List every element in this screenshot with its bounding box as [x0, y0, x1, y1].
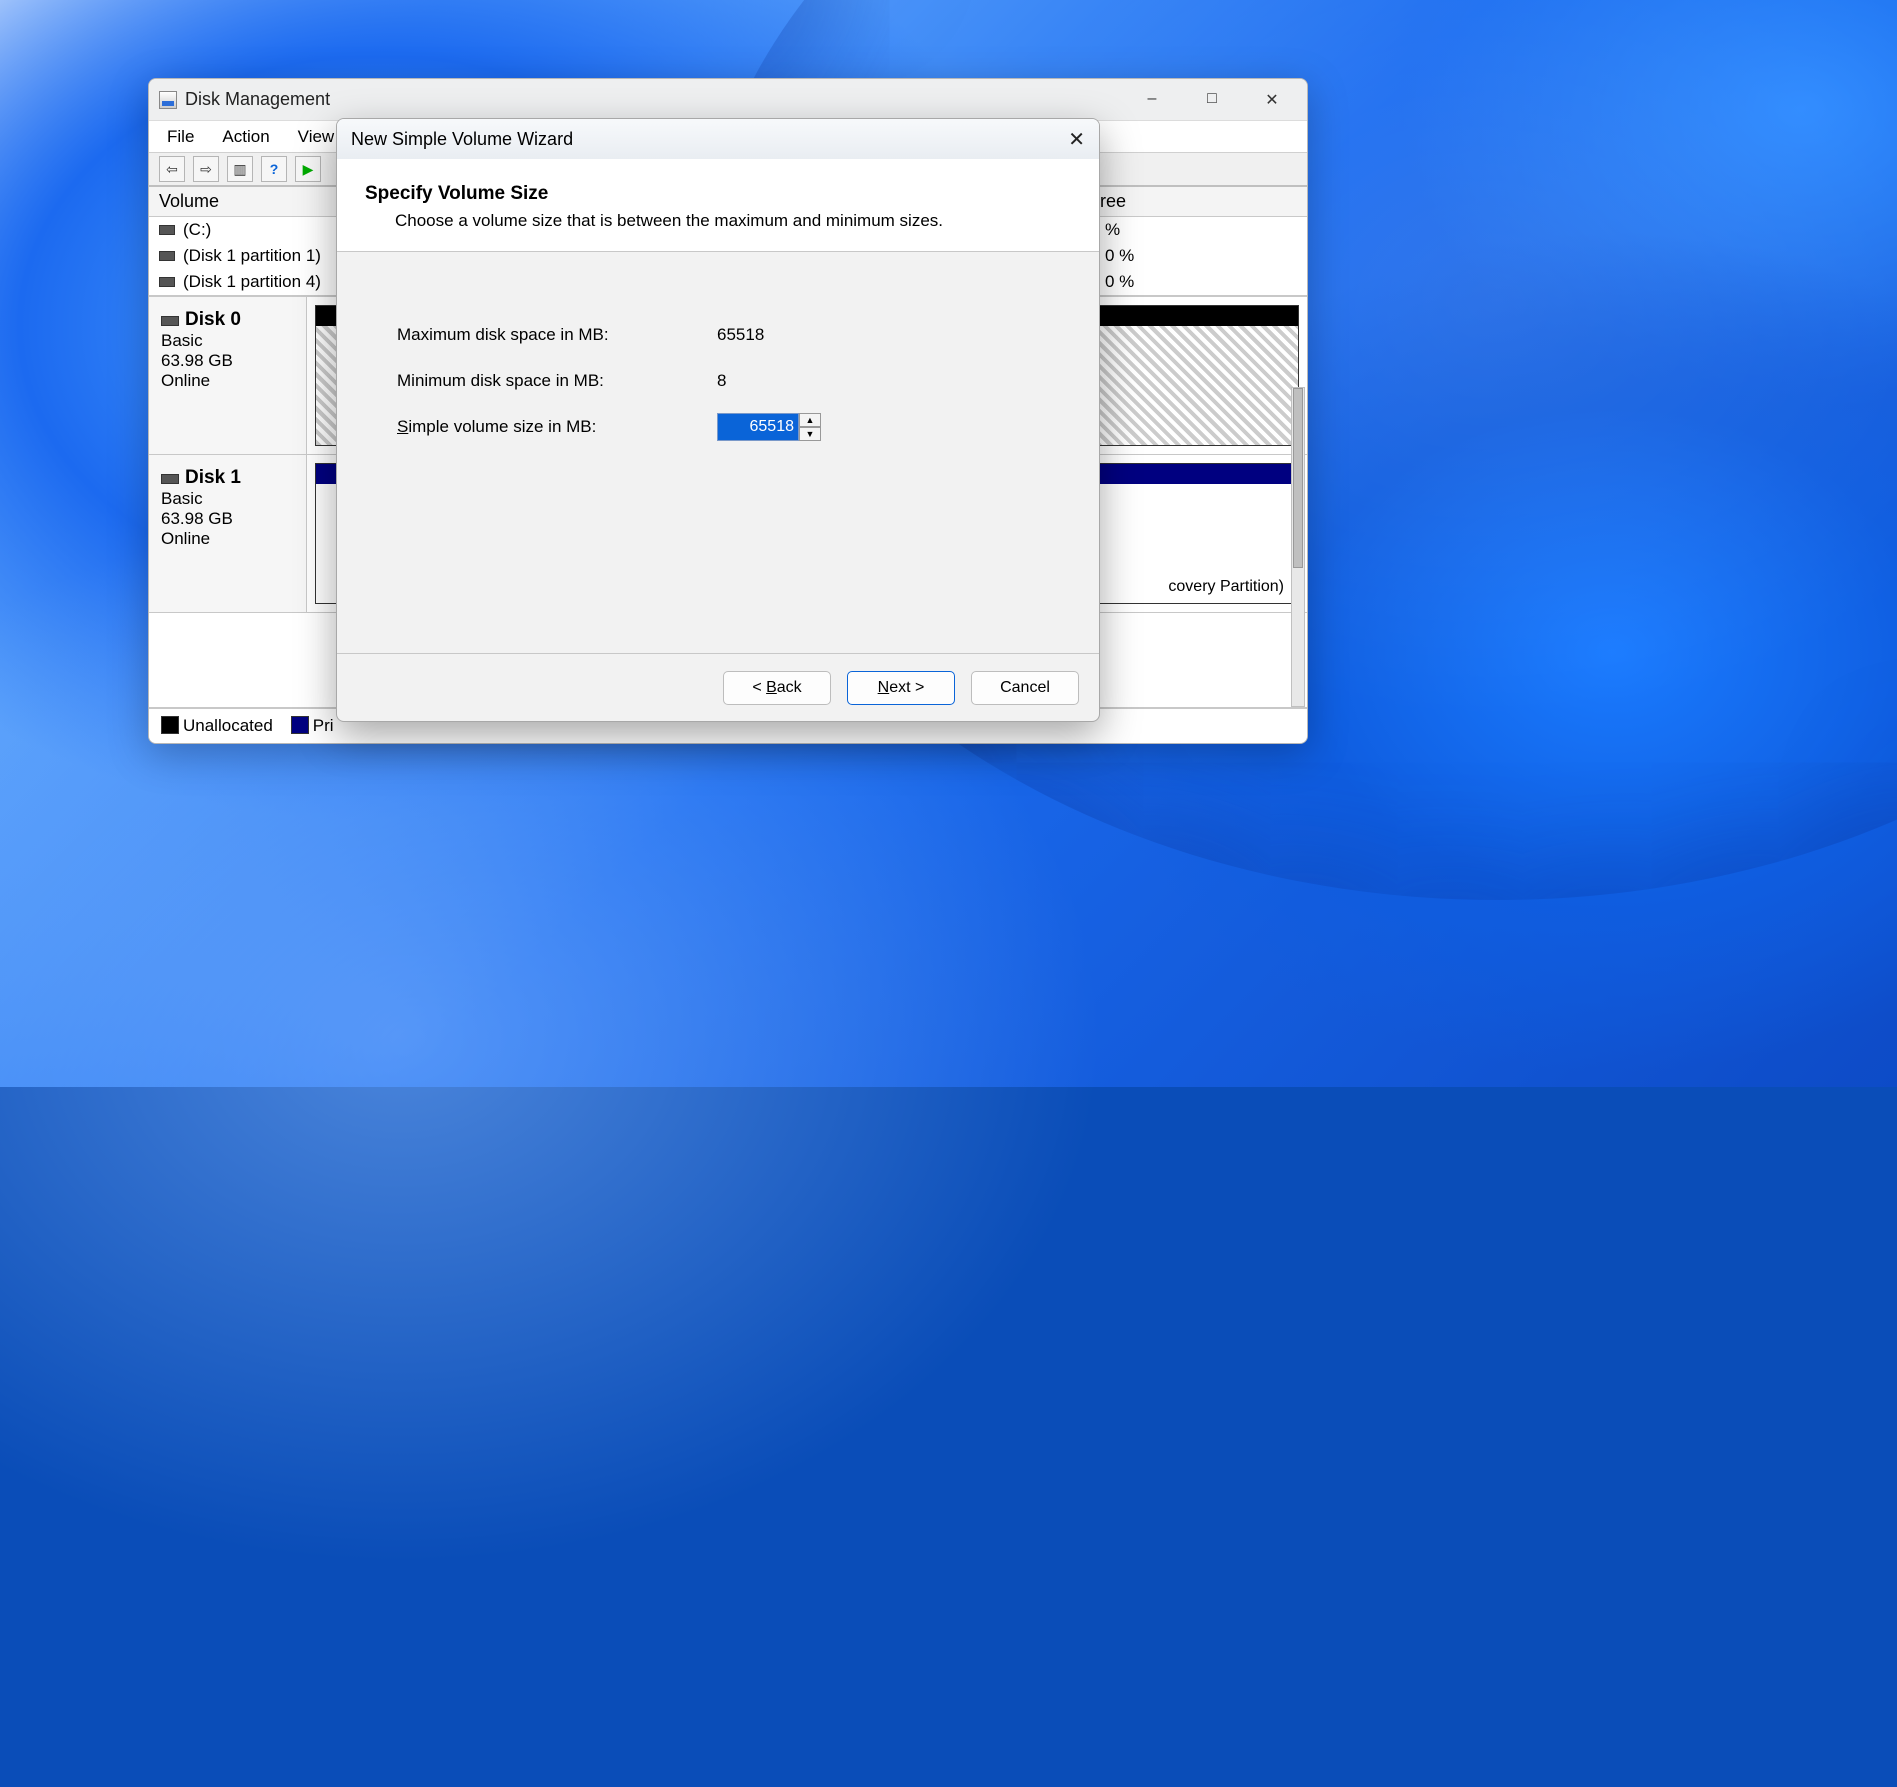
max-size-label: Maximum disk space in MB: — [397, 325, 717, 345]
titlebar[interactable]: Disk Management – □ ✕ — [149, 79, 1307, 121]
disk-type: Basic — [161, 331, 294, 351]
legend-swatch-unallocated — [161, 716, 179, 734]
menu-view[interactable]: View — [298, 127, 335, 147]
column-free[interactable]: Free — [1079, 191, 1307, 212]
wizard-header: Specify Volume Size Choose a volume size… — [337, 159, 1099, 252]
legend-swatch-primary — [291, 716, 309, 734]
drive-icon — [159, 251, 175, 261]
volume-size-spinner[interactable]: ▲ ▼ — [717, 413, 821, 441]
app-icon — [159, 91, 177, 109]
show-hide-button[interactable]: ▥ — [227, 156, 253, 182]
wizard-titlebar[interactable]: New Simple Volume Wizard ✕ — [337, 119, 1099, 159]
vertical-scrollbar[interactable] — [1291, 387, 1305, 707]
wizard-title: New Simple Volume Wizard — [351, 129, 573, 150]
next-button[interactable]: Next > — [847, 671, 955, 705]
window-title: Disk Management — [185, 89, 330, 110]
wizard-subheading: Choose a volume size that is between the… — [365, 211, 1071, 231]
menu-file[interactable]: File — [167, 127, 194, 147]
volume-size-input[interactable] — [717, 413, 799, 441]
wizard-close-button[interactable]: ✕ — [1068, 127, 1085, 152]
min-size-value: 8 — [717, 371, 726, 391]
legend-unallocated: Unallocated — [183, 716, 273, 735]
nav-forward-button[interactable]: ⇨ — [193, 156, 219, 182]
disk-type: Basic — [161, 489, 294, 509]
disk-size: 63.98 GB — [161, 509, 294, 529]
disk-name: Disk 0 — [185, 309, 241, 330]
disk-name: Disk 1 — [185, 467, 241, 488]
wizard-footer: < Back Next > Cancel — [337, 653, 1099, 721]
refresh-button[interactable]: ▶ — [295, 156, 321, 182]
disk-status: Online — [161, 529, 294, 549]
back-button[interactable]: < Back — [723, 671, 831, 705]
new-simple-volume-wizard: New Simple Volume Wizard ✕ Specify Volum… — [336, 118, 1100, 722]
drive-icon — [159, 225, 175, 235]
scrollbar-thumb[interactable] — [1293, 388, 1303, 568]
partition-label: covery Partition) — [1164, 577, 1288, 597]
nav-back-button[interactable]: ⇦ — [159, 156, 185, 182]
help-button[interactable]: ? — [261, 156, 287, 182]
disk-status: Online — [161, 371, 294, 391]
wizard-heading: Specify Volume Size — [365, 183, 1071, 205]
spinner-up-button[interactable]: ▲ — [799, 413, 821, 427]
menu-action[interactable]: Action — [222, 127, 269, 147]
legend-primary: Pri — [313, 716, 334, 735]
min-size-label: Minimum disk space in MB: — [397, 371, 717, 391]
disk-size: 63.98 GB — [161, 351, 294, 371]
wizard-body: Maximum disk space in MB: 65518 Minimum … — [337, 252, 1099, 653]
disk-icon — [161, 316, 179, 326]
drive-icon — [159, 277, 175, 287]
disk-info: Disk 1 Basic 63.98 GB Online — [149, 455, 307, 612]
simple-size-label: Simple volume size in MB: — [397, 417, 717, 437]
cancel-button[interactable]: Cancel — [971, 671, 1079, 705]
disk-info: Disk 0 Basic 63.98 GB Online — [149, 297, 307, 454]
disk-icon — [161, 474, 179, 484]
spinner-down-button[interactable]: ▼ — [799, 427, 821, 441]
max-size-value: 65518 — [717, 325, 764, 345]
minimize-button[interactable]: – — [1137, 90, 1167, 110]
maximize-button[interactable]: □ — [1197, 90, 1227, 110]
close-button[interactable]: ✕ — [1257, 90, 1287, 110]
